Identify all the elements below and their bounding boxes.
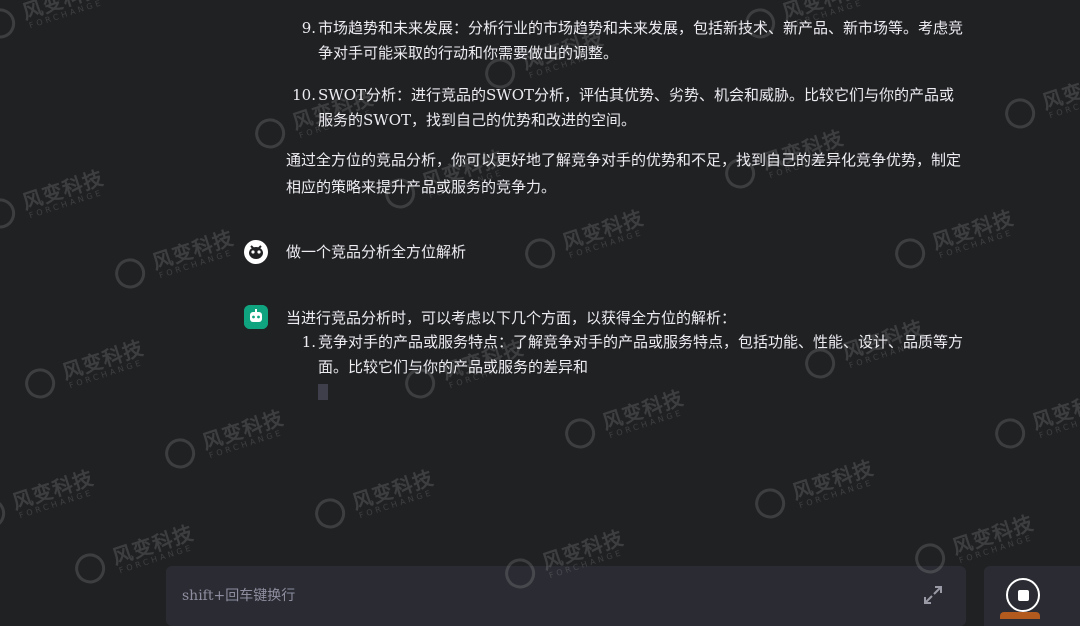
expand-button[interactable] (918, 580, 948, 610)
list-item-number: 1. (301, 333, 316, 351)
message-composer (166, 566, 966, 626)
stop-button[interactable] (1006, 578, 1040, 612)
user-avatar-icon (244, 240, 268, 264)
message-input[interactable] (180, 580, 884, 612)
list-item: 9. 市场趋势和未来发展：分析行业的市场趋势和未来发展，包括新技术、新产品、新市… (286, 16, 966, 66)
list-item-text: 市场趋势和未来发展：分析行业的市场趋势和未来发展，包括新技术、新产品、新市场等。… (318, 19, 964, 62)
bot-intro: 当进行竞品分析时，可以考虑以下几个方面，以获得全方位的解析： (286, 309, 737, 327)
corner-accent (1000, 612, 1040, 619)
list-item-text: SWOT分析：进行竞品的SWOT分析，评估其优势、劣势、机会和威胁。比较它们与你… (318, 86, 954, 129)
list-item: 10. SWOT分析：进行竞品的SWOT分析，评估其优势、劣势、机会和威胁。比较… (286, 83, 966, 133)
bot-avatar-icon (244, 305, 268, 329)
stop-icon (1017, 589, 1029, 601)
chat-thread: 9. 市场趋势和未来发展：分析行业的市场趋势和未来发展，包括新技术、新产品、新市… (0, 0, 1080, 560)
user-message: 做一个竞品分析全方位解析 (286, 243, 467, 261)
list-item: 1. 竞争对手的产品或服务特点：了解竞争对手的产品或服务特点，包括功能、性能、设… (286, 330, 966, 380)
list-item-number: 10. (292, 86, 316, 104)
summary-paragraph: 通过全方位的竞品分析，你可以更好地了解竞争对手的优势和不足，找到自己的差异化竞争… (286, 151, 962, 196)
list-item-number: 9. (301, 19, 316, 37)
typing-cursor (318, 384, 328, 400)
list-item-text: 竞争对手的产品或服务特点：了解竞争对手的产品或服务特点，包括功能、性能、设计、品… (318, 333, 964, 376)
expand-icon (924, 586, 942, 604)
